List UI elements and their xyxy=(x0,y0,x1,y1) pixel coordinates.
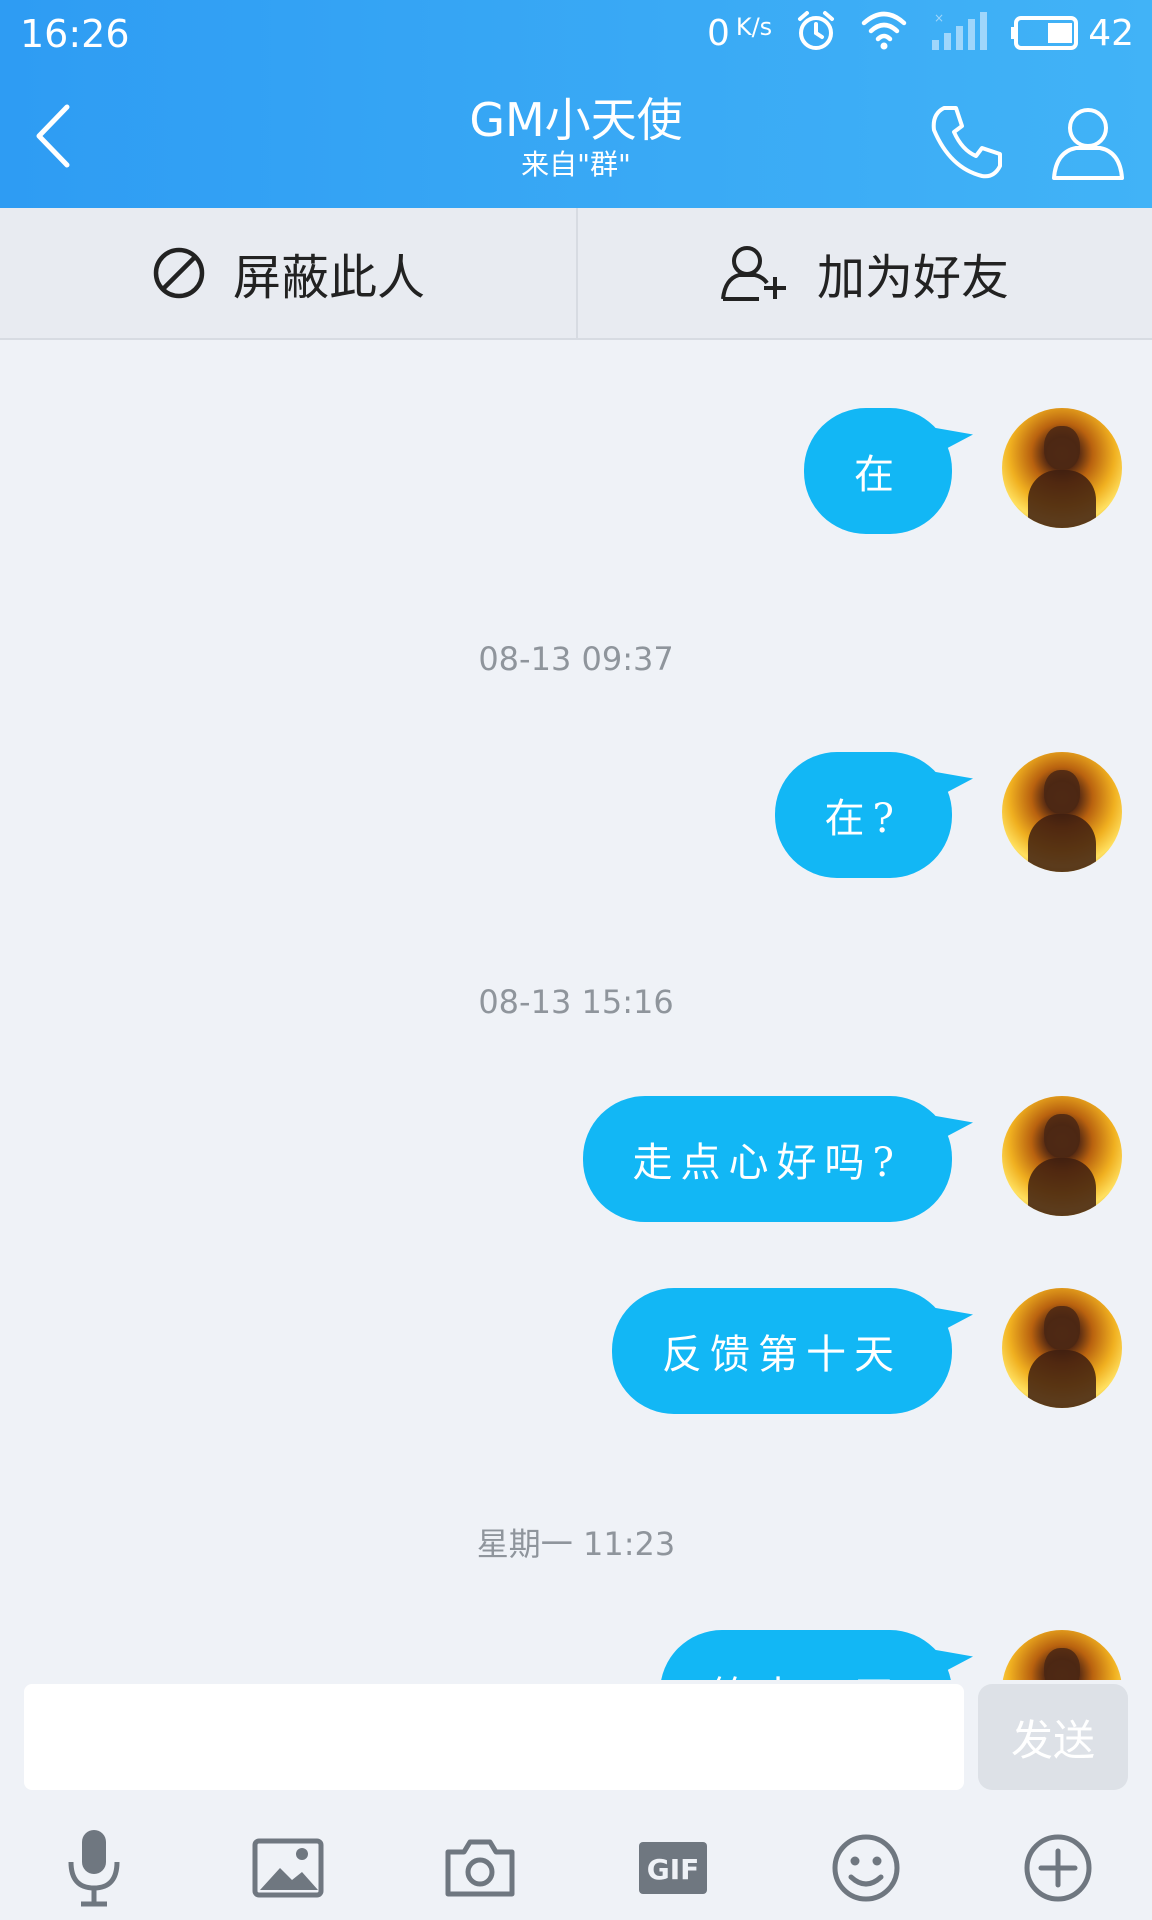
input-bar: 发送 GIF xyxy=(0,1680,1152,1920)
network-speed: 0 K/s xyxy=(706,12,773,54)
message-row: 第十一天 xyxy=(660,1630,1122,1680)
message-row: 在 xyxy=(804,408,1122,534)
camera-icon xyxy=(445,1839,515,1897)
voice-button[interactable] xyxy=(46,1820,142,1916)
send-button[interactable]: 发送 xyxy=(978,1684,1128,1790)
emoji-icon xyxy=(832,1834,900,1902)
alarm-icon xyxy=(794,9,838,57)
call-button[interactable] xyxy=(924,100,1008,184)
block-icon xyxy=(153,247,205,299)
header: 16:26 0 K/s × 42 GM小天使 来自"群" xyxy=(0,0,1152,208)
status-icons: 0 K/s × 42 xyxy=(707,10,1134,56)
status-bar: 16:26 0 K/s × 42 xyxy=(0,0,1152,66)
signal-icon: × xyxy=(930,10,988,56)
profile-button[interactable] xyxy=(1046,100,1130,184)
contact-source: 来自"群" xyxy=(521,148,631,181)
message-input[interactable] xyxy=(24,1684,964,1790)
block-user-label: 屏蔽此人 xyxy=(232,250,425,306)
message-timestamp: 08-13 15:16 xyxy=(478,983,674,1021)
wifi-icon xyxy=(860,11,908,55)
action-bar: 屏蔽此人 加为好友 xyxy=(0,208,1152,340)
emoji-button[interactable] xyxy=(818,1820,914,1916)
block-user-button[interactable]: 屏蔽此人 xyxy=(0,208,576,338)
title-bar: GM小天使 来自"群" xyxy=(0,66,1152,208)
chat-messages: 在 08-13 09:37 在? 08-13 15:16 走点心好吗? 反馈第十… xyxy=(0,340,1152,1680)
avatar[interactable] xyxy=(1002,1630,1122,1680)
avatar[interactable] xyxy=(1002,1288,1122,1408)
add-friend-icon xyxy=(720,246,786,301)
contact-name: GM小天使 xyxy=(469,93,683,147)
svg-text:×: × xyxy=(934,11,944,25)
back-icon xyxy=(36,104,70,168)
add-friend-button[interactable]: 加为好友 xyxy=(576,208,1152,338)
gif-button[interactable]: GIF xyxy=(625,1820,721,1916)
message-row: 在? xyxy=(774,752,1122,878)
phone-icon xyxy=(931,106,1002,179)
svg-text:GIF: GIF xyxy=(647,1853,700,1886)
avatar[interactable] xyxy=(1002,408,1122,528)
message-bubble[interactable]: 在? xyxy=(774,752,952,878)
message-timestamp: 星期一 11:23 xyxy=(476,1525,676,1563)
plus-icon xyxy=(1024,1834,1092,1902)
message-bubble[interactable]: 走点心好吗? xyxy=(582,1096,952,1222)
battery-indicator: 42 xyxy=(1010,13,1134,54)
message-row: 走点心好吗? xyxy=(582,1096,1122,1222)
message-timestamp: 08-13 09:37 xyxy=(478,640,674,678)
profile-icon xyxy=(1052,108,1124,180)
message-row: 反馈第十天 xyxy=(612,1288,1122,1414)
message-bubble[interactable]: 在 xyxy=(804,408,952,534)
microphone-icon xyxy=(68,1830,120,1907)
message-bubble[interactable]: 反馈第十天 xyxy=(612,1288,952,1414)
avatar[interactable] xyxy=(1002,752,1122,872)
chat-title: GM小天使 来自"群" xyxy=(276,94,876,182)
gif-icon: GIF xyxy=(639,1842,707,1894)
battery-icon xyxy=(1011,16,1079,50)
status-time: 16:26 xyxy=(20,12,130,56)
camera-button[interactable] xyxy=(432,1820,528,1916)
more-button[interactable] xyxy=(1010,1820,1106,1916)
gallery-button[interactable] xyxy=(240,1820,336,1916)
avatar[interactable] xyxy=(1002,1096,1122,1216)
back-button[interactable] xyxy=(18,96,88,176)
add-friend-label: 加为好友 xyxy=(816,250,1009,306)
message-bubble[interactable]: 第十一天 xyxy=(660,1630,952,1680)
image-icon xyxy=(252,1838,324,1898)
